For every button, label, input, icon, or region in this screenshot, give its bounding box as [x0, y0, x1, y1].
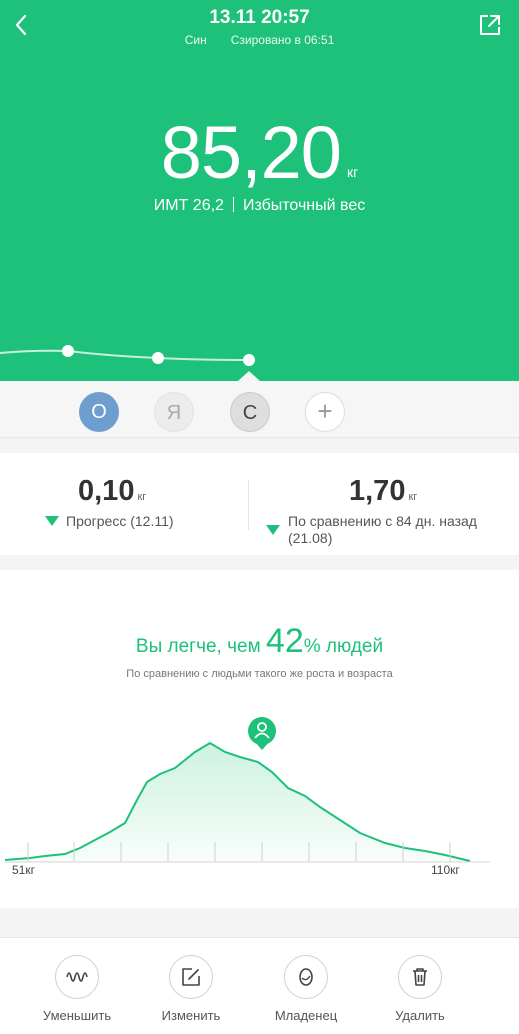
weight-value: 85,20 — [160, 111, 342, 194]
edit-label: Изменить — [161, 1008, 221, 1023]
add-profile-button[interactable]: + — [305, 392, 345, 432]
baby-label: Младенец — [274, 1008, 338, 1023]
comparison-subtitle: По сравнению с людьми такого же роста и … — [126, 668, 393, 680]
progress-label-row: Прогресс (12.11) — [45, 513, 174, 530]
trend-point-selected — [243, 354, 255, 366]
weight-hero-panel: 13.11 20:57 Син Сзировано в 06:51 85,20 кг… — [0, 0, 519, 381]
progress-value: 0,10 — [78, 475, 135, 507]
comparison-title-after: % людей — [303, 636, 384, 657]
trend-point — [152, 352, 164, 364]
bmi-row: ИМТ 26,2 Избыточный вес — [0, 197, 519, 215]
compare-unit: кг — [408, 491, 418, 503]
bmi-value: ИМТ 26,2 — [153, 197, 224, 214]
profile-ya[interactable]: Я — [154, 392, 194, 432]
baby-button[interactable]: Младенец — [256, 955, 356, 1023]
bottom-action-bar: Уменьшить Изменить Младенец Удалить — [0, 937, 519, 1034]
distribution-min-label: 51кг — [12, 863, 35, 877]
baby-icon — [284, 955, 328, 999]
weight-unit: кг — [346, 164, 359, 180]
comparison-title-before: Вы легче, чем — [135, 636, 266, 657]
weight-status: Избыточный вес — [242, 197, 366, 214]
population-comparison-card: Вы легче, чем 42% людей По сравнению с л… — [0, 570, 519, 908]
distribution-max-label: 110кг — [431, 863, 460, 877]
progress-unit: кг — [137, 491, 147, 503]
weight-change-stats: 0,10 кг Прогресс (12.11) 1,70 кг По сравне… — [0, 453, 519, 555]
user-position-marker — [248, 717, 276, 750]
measurement-datetime: 13.11 20:57 — [209, 7, 310, 28]
compare-value: 1,70 — [349, 475, 406, 507]
comparison-title: Вы легче, чем 42% людей — [0, 622, 519, 661]
reduce-label: Уменьшить — [42, 1008, 112, 1023]
compare-label-row: По сравнению с 84 дн. назад (21.08) — [288, 513, 477, 547]
compare-label: По сравнению с 84 дн. назад — [288, 513, 477, 529]
profile-switcher: О Я С + — [0, 381, 519, 438]
sync-label-left: Син — [184, 33, 207, 47]
delete-label: Удалить — [395, 1008, 445, 1023]
selected-pointer — [238, 371, 260, 381]
sync-status: Син Сзировано в 06:51 — [0, 33, 519, 47]
weight-trend-line[interactable] — [0, 330, 519, 381]
edit-button[interactable]: Изменить — [141, 955, 241, 1023]
progress-label: Прогресс (12.11) — [66, 513, 174, 529]
wave-icon — [55, 955, 99, 999]
profile-s[interactable]: С — [230, 392, 270, 432]
bmi-separator — [232, 197, 234, 212]
weight-distribution-curve — [4, 717, 490, 863]
compare-date: (21.08) — [288, 530, 333, 546]
progress-value-row: 0,10 кг — [78, 475, 146, 508]
share-icon[interactable] — [477, 12, 503, 38]
trash-icon — [398, 955, 442, 999]
delete-button[interactable]: Удалить — [370, 955, 470, 1023]
trend-point — [62, 345, 74, 357]
down-triangle-icon — [45, 516, 59, 526]
weight-display: 85,20 кг — [0, 110, 519, 195]
profile-o[interactable]: О — [79, 392, 119, 432]
down-triangle-icon — [266, 525, 280, 535]
edit-icon — [169, 955, 213, 999]
comparison-percent: 42 — [265, 622, 304, 660]
compare-value-row: 1,70 кг — [349, 475, 417, 508]
reduce-button[interactable]: Уменьшить — [27, 955, 127, 1023]
stats-divider — [248, 480, 249, 530]
sync-label-right: Сзировано в 06:51 — [230, 33, 335, 47]
